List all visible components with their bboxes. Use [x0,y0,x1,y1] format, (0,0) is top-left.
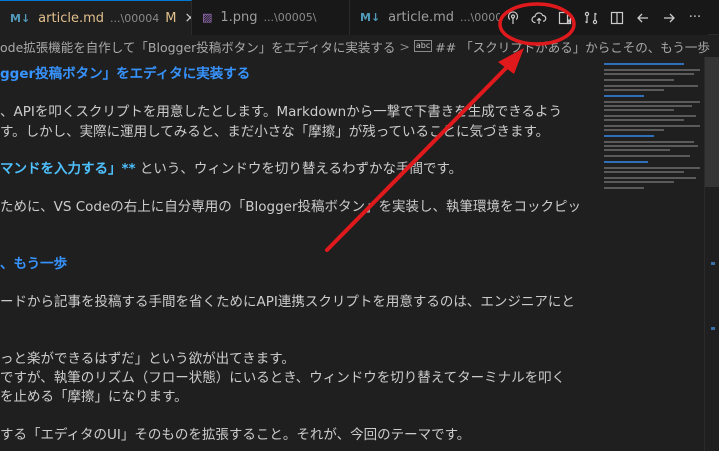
tab-label: 1.png [220,10,258,25]
heading-line: 、もう一歩 [0,256,68,272]
modified-indicator: M [165,10,177,26]
cloud-upload-icon[interactable] [526,0,552,35]
bold-text: マンドを入力する」** [0,161,136,177]
editor-tab-bar: M↓ article.md ...\00004 M × ▨ 1.png ...\… [0,0,719,35]
tab-label: article.md [38,10,104,26]
string-symbol-icon: abc [413,40,433,52]
breadcrumb: ode拡張機能を自作して「Blogger投稿ボタン」をエディタに実装する > a… [0,35,719,57]
scrollbar-thumb[interactable] [705,57,719,187]
more-actions-icon[interactable]: ··· [682,0,708,35]
breadcrumb-file[interactable]: ode拡張機能を自作して「Blogger投稿ボタン」をエディタに実装する [0,37,395,56]
image-file-icon: ▨ [202,11,213,24]
text-line: する「エディタのUI」そのものを拡張すること。それが、今回のテーマです。 [0,427,471,443]
chevron-right-icon: > [399,38,410,54]
minimap[interactable] [600,57,704,451]
text-line: マンドを入力する」** という、ウィンドウを切り替えるわずかな手間です。 [0,157,462,177]
tab-path: ...\00005 [460,11,500,24]
tab-article-md-00005[interactable]: M↓ article.md ...\00005 [350,0,500,35]
text-line: ードから記事を投稿する手間を省くためにAPI連携スクリプトを用意するのは、エンジ… [0,294,575,310]
scroll-marker [711,262,715,265]
go-forward-icon[interactable] [656,0,682,35]
text-line: 、APIを叩くスクリプトを用意したとします。Markdownから一撃で下書きを生… [0,104,562,120]
markdown-file-icon: M↓ [360,11,381,24]
text-line: ですが、執筆のリズム（フロー状態）にいるとき、ウィンドウを切り替えてターミナルを… [0,370,566,386]
close-icon[interactable]: × [184,10,191,26]
editor-text-area[interactable]: gger投稿ボタン」をエディタに実装する 、APIを叩くスクリプトを用意したとし… [0,57,600,451]
plain-text: という、ウィンドウを切り替えるわずかな手間です。 [135,161,463,177]
tab-article-md-00004[interactable]: M↓ article.md ...\00004 M × [0,0,192,35]
text-line: ために、VS Codeの右上に自分専用の「Blogger投稿ボタン」を実装し、執… [0,199,582,215]
tab-path: ...\00005\ [263,11,317,24]
heading-line: gger投稿ボタン」をエディタに実装する [0,66,251,82]
editor-actions-toolbar: ··· [500,0,708,35]
compare-changes-icon[interactable] [578,0,604,35]
tab-1-png[interactable]: ▨ 1.png ...\00005\ [192,0,350,35]
tab-path: ...\00004 [110,11,160,25]
vertical-scrollbar[interactable] [704,57,719,451]
text-line: す。しかし、実際に運用してみると、まだ小さな「摩擦」が残っていることに気づきます… [0,124,550,140]
breadcrumb-section[interactable]: ## 「スクリプトがある」からこその、もう一歩 [435,37,710,56]
open-preview-icon[interactable] [552,0,578,35]
tab-label: article.md [388,10,454,25]
scroll-marker [711,327,715,330]
broadcast-icon[interactable] [500,0,526,35]
text-line: を止める「摩擦」になります。 [0,389,188,405]
go-back-icon[interactable] [630,0,656,35]
split-editor-icon[interactable] [604,0,630,35]
text-line: っと楽ができるはずだ」という欲が出てきます。 [0,351,295,367]
markdown-file-icon: M↓ [10,11,31,25]
